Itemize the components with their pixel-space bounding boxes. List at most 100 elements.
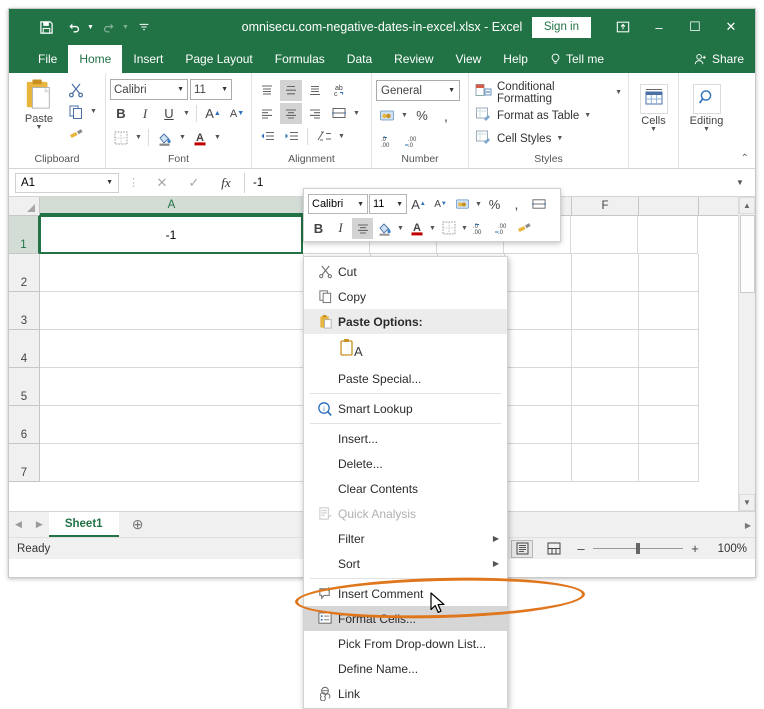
cell-e7[interactable] xyxy=(505,444,572,482)
cell-a1[interactable]: -1 xyxy=(39,215,303,254)
number-format-dropdown-icon[interactable]: ▼ xyxy=(448,87,455,94)
increase-decimal-icon[interactable]: .0.00 xyxy=(378,130,400,151)
mini-font-size-combo[interactable]: 11 ▼ xyxy=(369,194,407,214)
context-menu-item-copy[interactable]: Copy xyxy=(304,284,507,309)
enter-icon[interactable]: ✓ xyxy=(180,173,208,193)
cell-g5[interactable] xyxy=(639,368,699,406)
expand-formula-bar-icon[interactable]: ▼ xyxy=(731,178,749,187)
save-icon[interactable] xyxy=(33,15,59,39)
row-header-1[interactable]: 1 xyxy=(9,216,40,254)
context-menu-item-pick-from-dropdown-list[interactable]: Pick From Drop-down List... xyxy=(304,631,507,656)
hscroll-right-icon[interactable]: ▶ xyxy=(745,521,751,530)
context-menu-item-insert-comment[interactable]: Insert Comment xyxy=(304,581,507,606)
underline-button[interactable]: U xyxy=(158,103,180,124)
cell-a7[interactable] xyxy=(40,444,304,482)
cancel-icon[interactable]: ✕ xyxy=(148,173,176,193)
mini-bold-button[interactable]: B xyxy=(308,218,329,239)
mini-font-name-dropdown-icon[interactable]: ▼ xyxy=(357,201,364,208)
tab-home[interactable]: Home xyxy=(68,45,123,73)
cell-e3[interactable] xyxy=(505,292,572,330)
tab-file[interactable]: File xyxy=(27,45,68,73)
accounting-dropdown-icon[interactable]: ▼ xyxy=(400,112,409,119)
align-bottom-icon[interactable] xyxy=(304,80,326,101)
mini-borders-dropdown-icon[interactable]: ▼ xyxy=(460,225,469,232)
cell-e6[interactable] xyxy=(505,406,572,444)
mini-font-color-dropdown-icon[interactable]: ▼ xyxy=(428,225,437,232)
context-menu-item-insert[interactable]: Insert... xyxy=(304,426,507,451)
cell-styles-button[interactable]: Cell Styles ▼ xyxy=(473,127,565,150)
zoom-percent-label[interactable]: 100% xyxy=(711,543,747,555)
accounting-number-format-icon[interactable] xyxy=(376,105,398,126)
align-top-icon[interactable] xyxy=(256,80,278,101)
context-menu-item-cut[interactable]: Cut xyxy=(304,259,507,284)
collapse-ribbon-icon[interactable]: ⌃ xyxy=(741,153,749,164)
fill-color-dropdown-icon[interactable]: ▼ xyxy=(178,134,187,141)
mini-decrease-decimal-icon[interactable]: .00.0 xyxy=(492,218,513,239)
mini-font-color-icon[interactable]: A xyxy=(406,218,427,239)
select-all-corner[interactable] xyxy=(9,197,40,215)
context-menu-item-paste-special[interactable]: Paste Special... xyxy=(304,366,507,391)
mini-increase-decimal-icon[interactable]: .0.00 xyxy=(470,218,491,239)
minimize-button[interactable]: – xyxy=(641,12,677,42)
tab-view[interactable]: View xyxy=(445,45,493,73)
tab-tell-me[interactable]: Tell me xyxy=(539,45,615,73)
merge-dropdown-icon[interactable]: ▼ xyxy=(337,133,346,140)
cell-f2[interactable] xyxy=(572,254,639,292)
cell-g2[interactable] xyxy=(639,254,699,292)
scroll-up-icon[interactable]: ▲ xyxy=(739,197,755,214)
cell-styles-dropdown-icon[interactable]: ▼ xyxy=(556,135,563,142)
sign-in-button[interactable]: Sign in xyxy=(531,16,591,38)
tab-review[interactable]: Review xyxy=(383,45,444,73)
font-name-dropdown-icon[interactable]: ▼ xyxy=(177,86,184,93)
increase-font-size-button[interactable]: A ▲ xyxy=(202,103,224,124)
text-orientation-icon[interactable]: ab c xyxy=(328,80,350,101)
mini-font-name-combo[interactable]: Calibri ▼ xyxy=(308,194,368,214)
context-menu-item-sort[interactable]: Sort ▶ xyxy=(304,551,507,576)
context-menu-item-delete[interactable]: Delete... xyxy=(304,451,507,476)
cell-a6[interactable] xyxy=(40,406,304,444)
cut-icon[interactable] xyxy=(65,79,87,100)
mini-percent-style-button[interactable]: % xyxy=(484,194,505,215)
mini-increase-font-size-button[interactable]: A ▲ xyxy=(408,194,429,215)
redo-dropdown-icon[interactable]: ▼ xyxy=(122,24,129,31)
format-as-table-button[interactable]: Format as Table ▼ xyxy=(473,104,593,127)
zoom-slider-thumb[interactable] xyxy=(636,543,640,554)
align-center-icon[interactable] xyxy=(280,103,302,124)
close-button[interactable]: ✕ xyxy=(713,12,749,42)
undo-icon[interactable] xyxy=(61,15,87,39)
redo-icon[interactable] xyxy=(96,15,122,39)
cells-button[interactable]: Cells ▼ xyxy=(633,82,674,133)
align-left-icon[interactable] xyxy=(256,103,278,124)
context-menu-paste-option-values[interactable]: A xyxy=(304,334,507,366)
zoom-in-button[interactable]: + xyxy=(689,541,701,556)
zoom-out-button[interactable]: – xyxy=(575,541,587,556)
cells-dropdown-icon[interactable]: ▼ xyxy=(650,126,657,133)
percent-style-button[interactable]: % xyxy=(411,105,433,126)
mini-font-size-dropdown-icon[interactable]: ▼ xyxy=(396,201,403,208)
cell-a2[interactable] xyxy=(40,254,304,292)
tab-help[interactable]: Help xyxy=(492,45,539,73)
editing-button[interactable]: Editing ▼ xyxy=(683,82,730,133)
font-color-dropdown-icon[interactable]: ▼ xyxy=(213,134,222,141)
context-menu-item-format-cells[interactable]: Format Cells... xyxy=(304,606,507,631)
context-menu-item-define-name[interactable]: Define Name... xyxy=(304,656,507,681)
cell-e5[interactable] xyxy=(505,368,572,406)
scroll-down-icon[interactable]: ▼ xyxy=(739,494,755,511)
zoom-slider-track[interactable] xyxy=(593,543,683,554)
cell-g4[interactable] xyxy=(639,330,699,368)
mini-fill-color-dropdown-icon[interactable]: ▼ xyxy=(396,225,405,232)
conditional-formatting-button[interactable]: Conditional Formatting ▼ xyxy=(473,81,624,105)
merge-and-center-icon[interactable] xyxy=(313,126,335,147)
tab-data[interactable]: Data xyxy=(336,45,383,73)
paste-button[interactable]: Paste ▼ xyxy=(13,76,65,131)
add-sheet-icon[interactable]: ⊕ xyxy=(119,512,157,537)
cell-a5[interactable] xyxy=(40,368,304,406)
cell-f7[interactable] xyxy=(572,444,639,482)
cell-e4[interactable] xyxy=(505,330,572,368)
copy-dropdown-icon[interactable]: ▼ xyxy=(89,108,98,115)
sheet-tab-sheet1[interactable]: Sheet1 xyxy=(48,512,119,537)
insert-function-icon[interactable]: fx xyxy=(212,173,240,193)
number-format-combo[interactable]: General ▼ xyxy=(376,80,460,101)
maximize-button[interactable]: ☐ xyxy=(677,12,713,42)
font-size-dropdown-icon[interactable]: ▼ xyxy=(221,86,228,93)
